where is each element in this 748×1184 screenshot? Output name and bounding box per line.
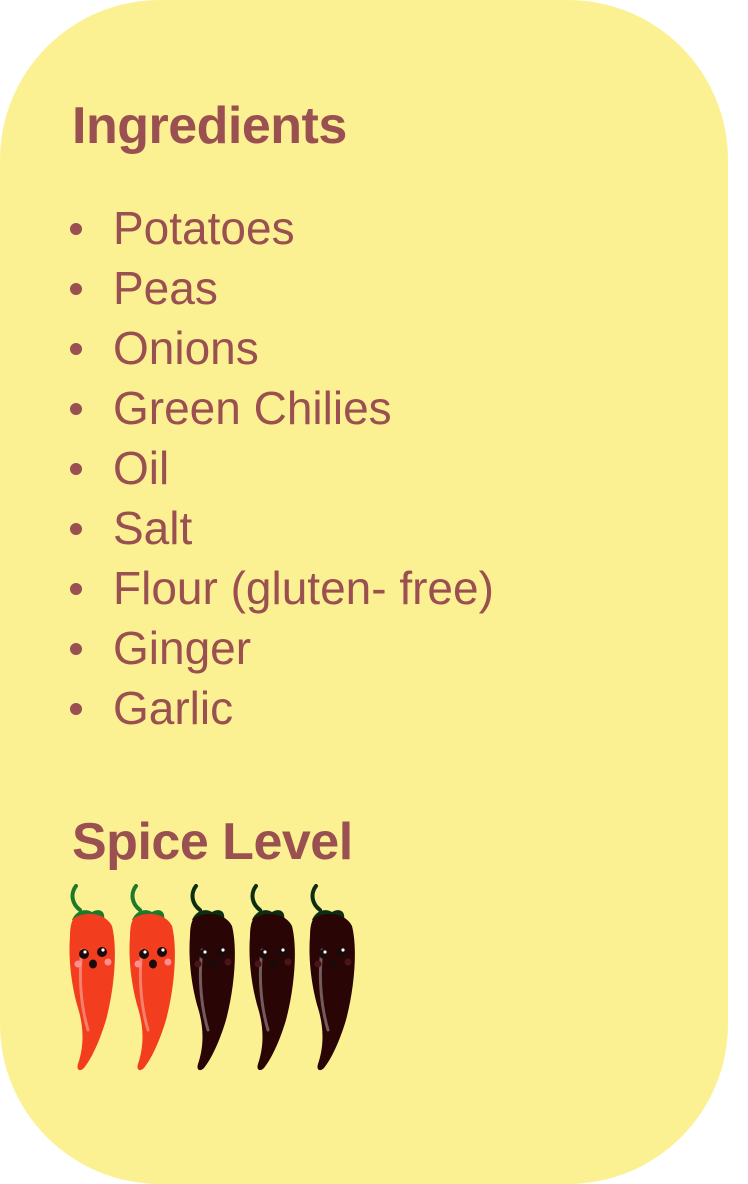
ingredient-label: Ginger [113,622,252,674]
ingredient-item: Salt [0,498,494,558]
bullet-icon [70,583,82,595]
chili-pepper-icon [309,884,355,1071]
ingredient-item: Onions [0,318,494,378]
bullet-icon [70,463,82,475]
ingredient-label: Garlic [113,682,234,734]
spice-level-meter [62,880,372,1080]
ingredient-item: Ginger [0,618,494,678]
ingredients-heading: Ingredients [72,97,347,155]
bullet-icon [70,703,82,715]
bullet-icon [70,223,82,235]
ingredient-label: Peas [113,262,218,314]
bullet-icon [70,523,82,535]
ingredient-label: Onions [113,322,259,374]
ingredient-list: Potatoes Peas Onions Green Chilies Oil S… [0,198,494,738]
ingredient-label: Green Chilies [113,382,392,434]
ingredient-item: Garlic [0,678,494,738]
bullet-icon [70,403,82,415]
ingredient-item: Green Chilies [0,378,494,438]
chili-pepper-icon [69,884,115,1071]
ingredient-label: Flour (gluten- free) [113,562,494,614]
ingredient-label: Potatoes [113,202,295,254]
bullet-icon [70,283,82,295]
bullet-icon [70,343,82,355]
chili-pepper-icon [189,884,235,1071]
chili-pepper-icon [249,884,295,1071]
bullet-icon [70,643,82,655]
ingredient-item: Potatoes [0,198,494,258]
spice-level-heading: Spice Level [72,813,353,871]
ingredient-item: Peas [0,258,494,318]
ingredient-item: Oil [0,438,494,498]
ingredient-label: Salt [113,502,193,554]
ingredient-label: Oil [113,442,170,494]
chili-pepper-icon [129,884,175,1071]
ingredient-item: Flour (gluten- free) [0,558,494,618]
ingredients-card: Ingredients Potatoes Peas Onions Green C… [0,0,728,1184]
